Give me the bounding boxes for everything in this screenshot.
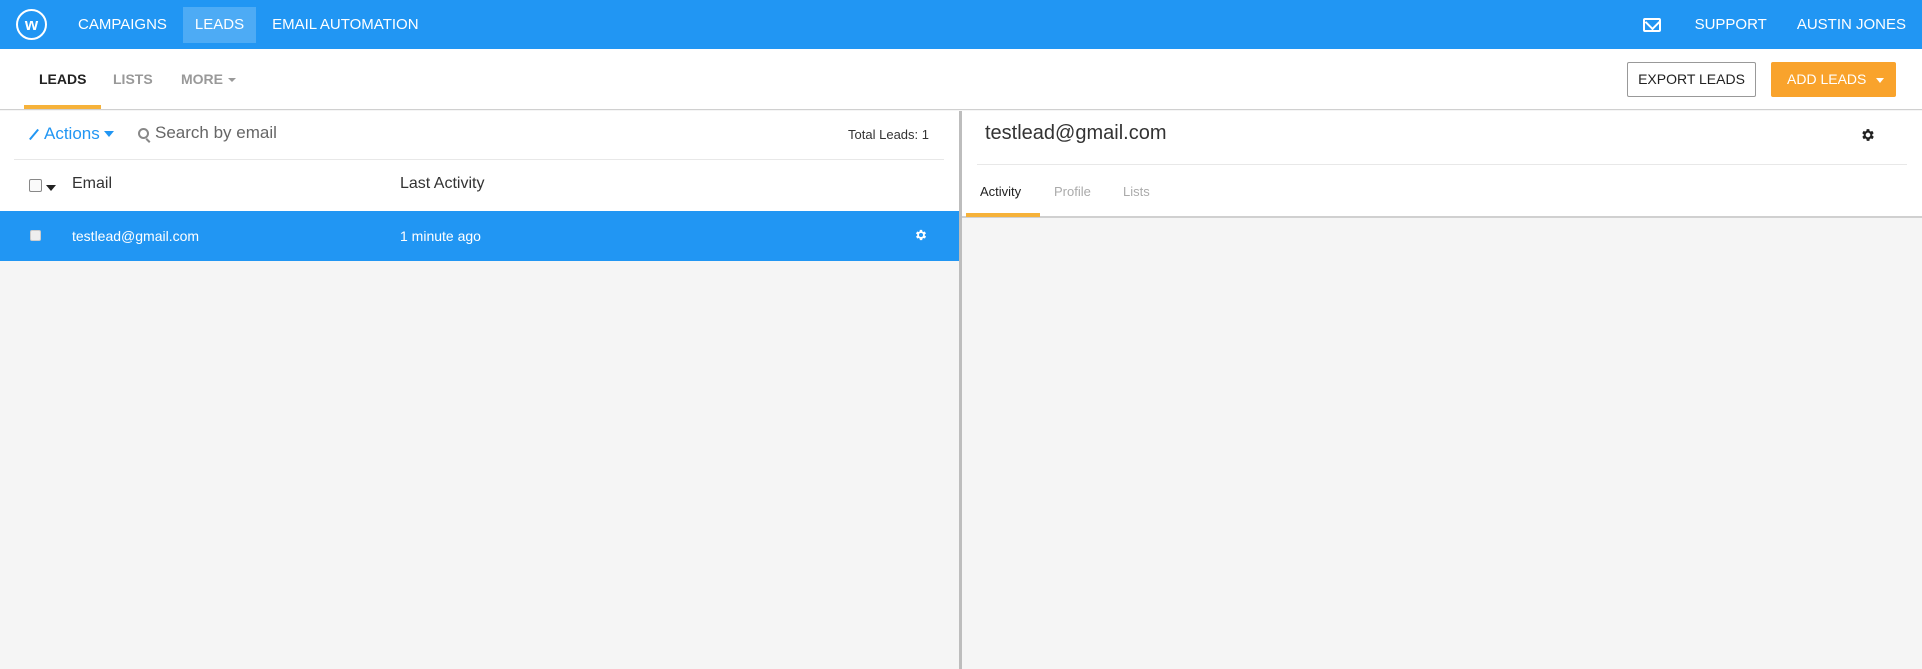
nav-email-automation[interactable]: EMAIL AUTOMATION	[260, 7, 430, 43]
top-right-menu: SUPPORT AUSTIN JONES	[1642, 0, 1906, 49]
column-header-email[interactable]: Email	[72, 175, 112, 193]
row-checkbox[interactable]	[30, 230, 41, 241]
user-menu[interactable]: AUSTIN JONES	[1797, 16, 1906, 33]
app-logo[interactable]: w	[16, 9, 47, 40]
lead-email[interactable]: testlead@gmail.com	[72, 228, 199, 244]
search-box	[138, 123, 455, 143]
table-row[interactable]: testlead@gmail.com 1 minute ago	[0, 211, 959, 261]
actions-dropdown[interactable]: Actions	[28, 124, 114, 144]
nav-campaigns[interactable]: CAMPAIGNS	[66, 7, 179, 43]
select-all-checkbox[interactable]	[29, 179, 42, 192]
tab-profile[interactable]: Profile	[1054, 184, 1091, 199]
active-tab-indicator	[966, 213, 1040, 217]
tab-more[interactable]: MORE	[181, 49, 236, 109]
lead-detail-header: testlead@gmail.com Activity Profile List…	[962, 111, 1922, 218]
support-link[interactable]: SUPPORT	[1695, 16, 1767, 33]
select-menu-chevron-icon[interactable]	[46, 185, 56, 191]
wand-icon	[28, 128, 40, 140]
lead-detail-pane: testlead@gmail.com Activity Profile List…	[962, 111, 1922, 669]
chevron-down-icon	[103, 131, 114, 137]
lead-detail-email: testlead@gmail.com	[985, 122, 1167, 144]
leads-list-header: Actions Total Leads: 1 Email Last Activi…	[0, 111, 959, 211]
sub-navbar: LEADS LISTS MORE EXPORT LEADS ADD LEADS	[0, 49, 1922, 110]
main-nav: CAMPAIGNS LEADS EMAIL AUTOMATION	[66, 0, 435, 49]
search-input[interactable]	[155, 123, 455, 143]
chevron-down-icon	[1876, 77, 1885, 83]
lead-last-activity: 1 minute ago	[400, 228, 481, 244]
total-leads-count: Total Leads: 1	[848, 127, 929, 142]
tab-lists[interactable]: Lists	[1123, 184, 1150, 199]
divider	[14, 159, 944, 160]
column-header-last-activity[interactable]: Last Activity	[400, 175, 484, 193]
chevron-down-icon	[228, 78, 236, 83]
divider	[977, 164, 1907, 165]
tab-activity[interactable]: Activity	[980, 184, 1021, 199]
leads-list-pane: Actions Total Leads: 1 Email Last Activi…	[0, 111, 959, 669]
export-leads-button[interactable]: EXPORT LEADS	[1627, 62, 1756, 97]
search-icon	[138, 127, 149, 139]
nav-leads[interactable]: LEADS	[182, 6, 257, 43]
top-navbar: w CAMPAIGNS LEADS EMAIL AUTOMATION SUPPO…	[0, 0, 1922, 49]
tab-leads[interactable]: LEADS	[24, 49, 102, 109]
mail-icon[interactable]	[1642, 17, 1661, 32]
tab-lists[interactable]: LISTS	[113, 49, 153, 109]
gear-icon[interactable]	[914, 228, 928, 242]
add-leads-button[interactable]: ADD LEADS	[1771, 62, 1896, 97]
gear-icon[interactable]	[1860, 127, 1876, 143]
